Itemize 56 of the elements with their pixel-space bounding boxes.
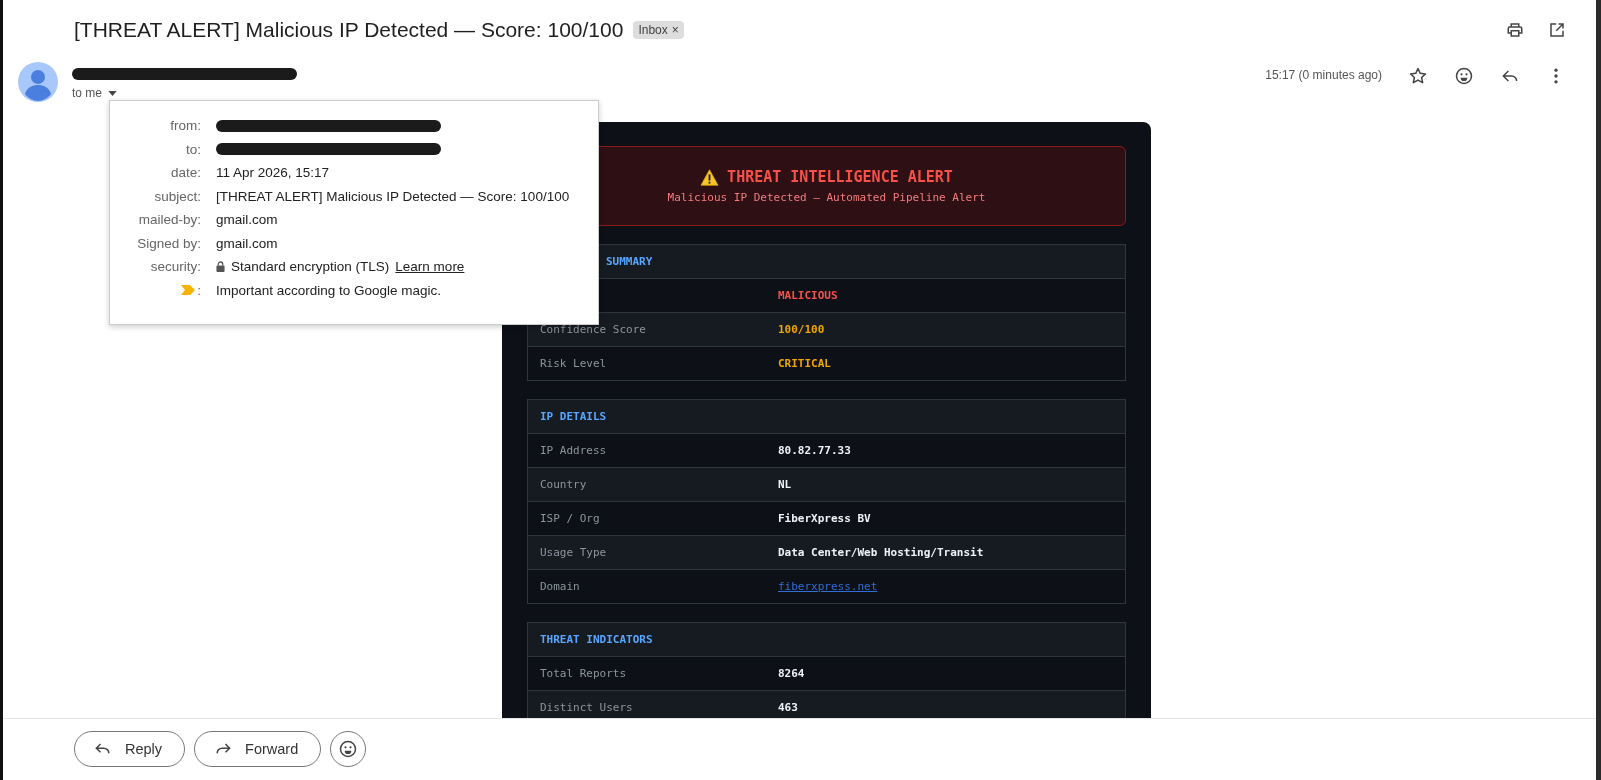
alert-subtitle: Malicious IP Detected — Automated Pipeline Alert: [667, 191, 986, 204]
alert-title: THREAT INTELLIGENCE ALERT: [727, 168, 953, 186]
row-value: FiberXpress BV: [778, 512, 871, 525]
emoji-button[interactable]: [330, 731, 367, 767]
field-value: Important according to Google magic.: [216, 282, 442, 298]
row-value: Data Center/Web Hosting/Transit: [778, 546, 984, 559]
row-value: MALICIOUS: [778, 289, 838, 302]
importance-marker-icon: [181, 285, 196, 296]
caret-icon: [108, 90, 117, 96]
field-value: gmail.com: [216, 212, 278, 228]
field-label: Signed by:: [137, 235, 201, 251]
field-value: Standard encryption (TLS): [231, 259, 390, 275]
open-in-new-window-icon[interactable]: [1548, 21, 1566, 39]
row-label: Usage Type: [540, 546, 607, 559]
row-value: 8264: [778, 667, 805, 680]
section-title: THREAT INDICATORS: [540, 633, 653, 646]
warning-icon: [700, 168, 720, 186]
field-label: mailed-by:: [138, 212, 201, 228]
print-icon[interactable]: [1506, 21, 1524, 39]
field-value: [THREAT ALERT] Malicious IP Detected — Score: 100/100: [216, 188, 570, 204]
recipient-toggle[interactable]: to me: [72, 86, 297, 100]
field-value: gmail.com: [216, 235, 278, 251]
field-label: from:: [170, 118, 201, 134]
row-value: 100/100: [778, 323, 825, 336]
row-label: Country: [540, 478, 587, 491]
inbox-label[interactable]: Inbox ×: [633, 21, 684, 39]
row-value: 463: [778, 701, 798, 714]
row-label: IP Address: [540, 444, 607, 457]
row-value: NL: [778, 478, 792, 491]
section-title: SUMMARY: [606, 255, 653, 268]
lock-icon: [216, 261, 225, 273]
forward-button[interactable]: Forward: [194, 731, 322, 767]
field-label: subject:: [154, 188, 201, 204]
row-label: ISP / Org: [540, 512, 600, 525]
row-value: CRITICAL: [778, 357, 831, 370]
row-value: 80.82.77.33: [778, 444, 851, 457]
field-label: :: [197, 282, 201, 298]
emoji-icon: [338, 739, 359, 759]
message-time: 15:17 (0 minutes ago): [1265, 68, 1382, 82]
domain-link[interactable]: fiberxpress.net: [778, 580, 878, 593]
field-label: date:: [170, 165, 201, 181]
row-label: Distinct Users: [540, 701, 633, 714]
field-label: security:: [150, 259, 201, 275]
avatar-icon: [18, 62, 58, 102]
row-label: Confidence Score: [540, 323, 646, 336]
row-label: Domain: [540, 580, 580, 593]
field-value: 11 Apr 2026, 15:17: [216, 165, 330, 181]
emoji-icon[interactable]: [1454, 66, 1474, 86]
star-icon[interactable]: [1408, 66, 1428, 86]
email-subject: [THREAT ALERT] Malicious IP Detected — Score: 100/100: [74, 18, 624, 42]
section-title: IP DETAILS: [540, 410, 607, 423]
reply-button[interactable]: Reply: [74, 731, 186, 767]
field-label: to:: [186, 141, 201, 157]
row-label: Risk Level: [540, 357, 607, 370]
learn-more-link[interactable]: Learn more: [395, 259, 465, 275]
row-label: Total Reports: [540, 667, 627, 680]
